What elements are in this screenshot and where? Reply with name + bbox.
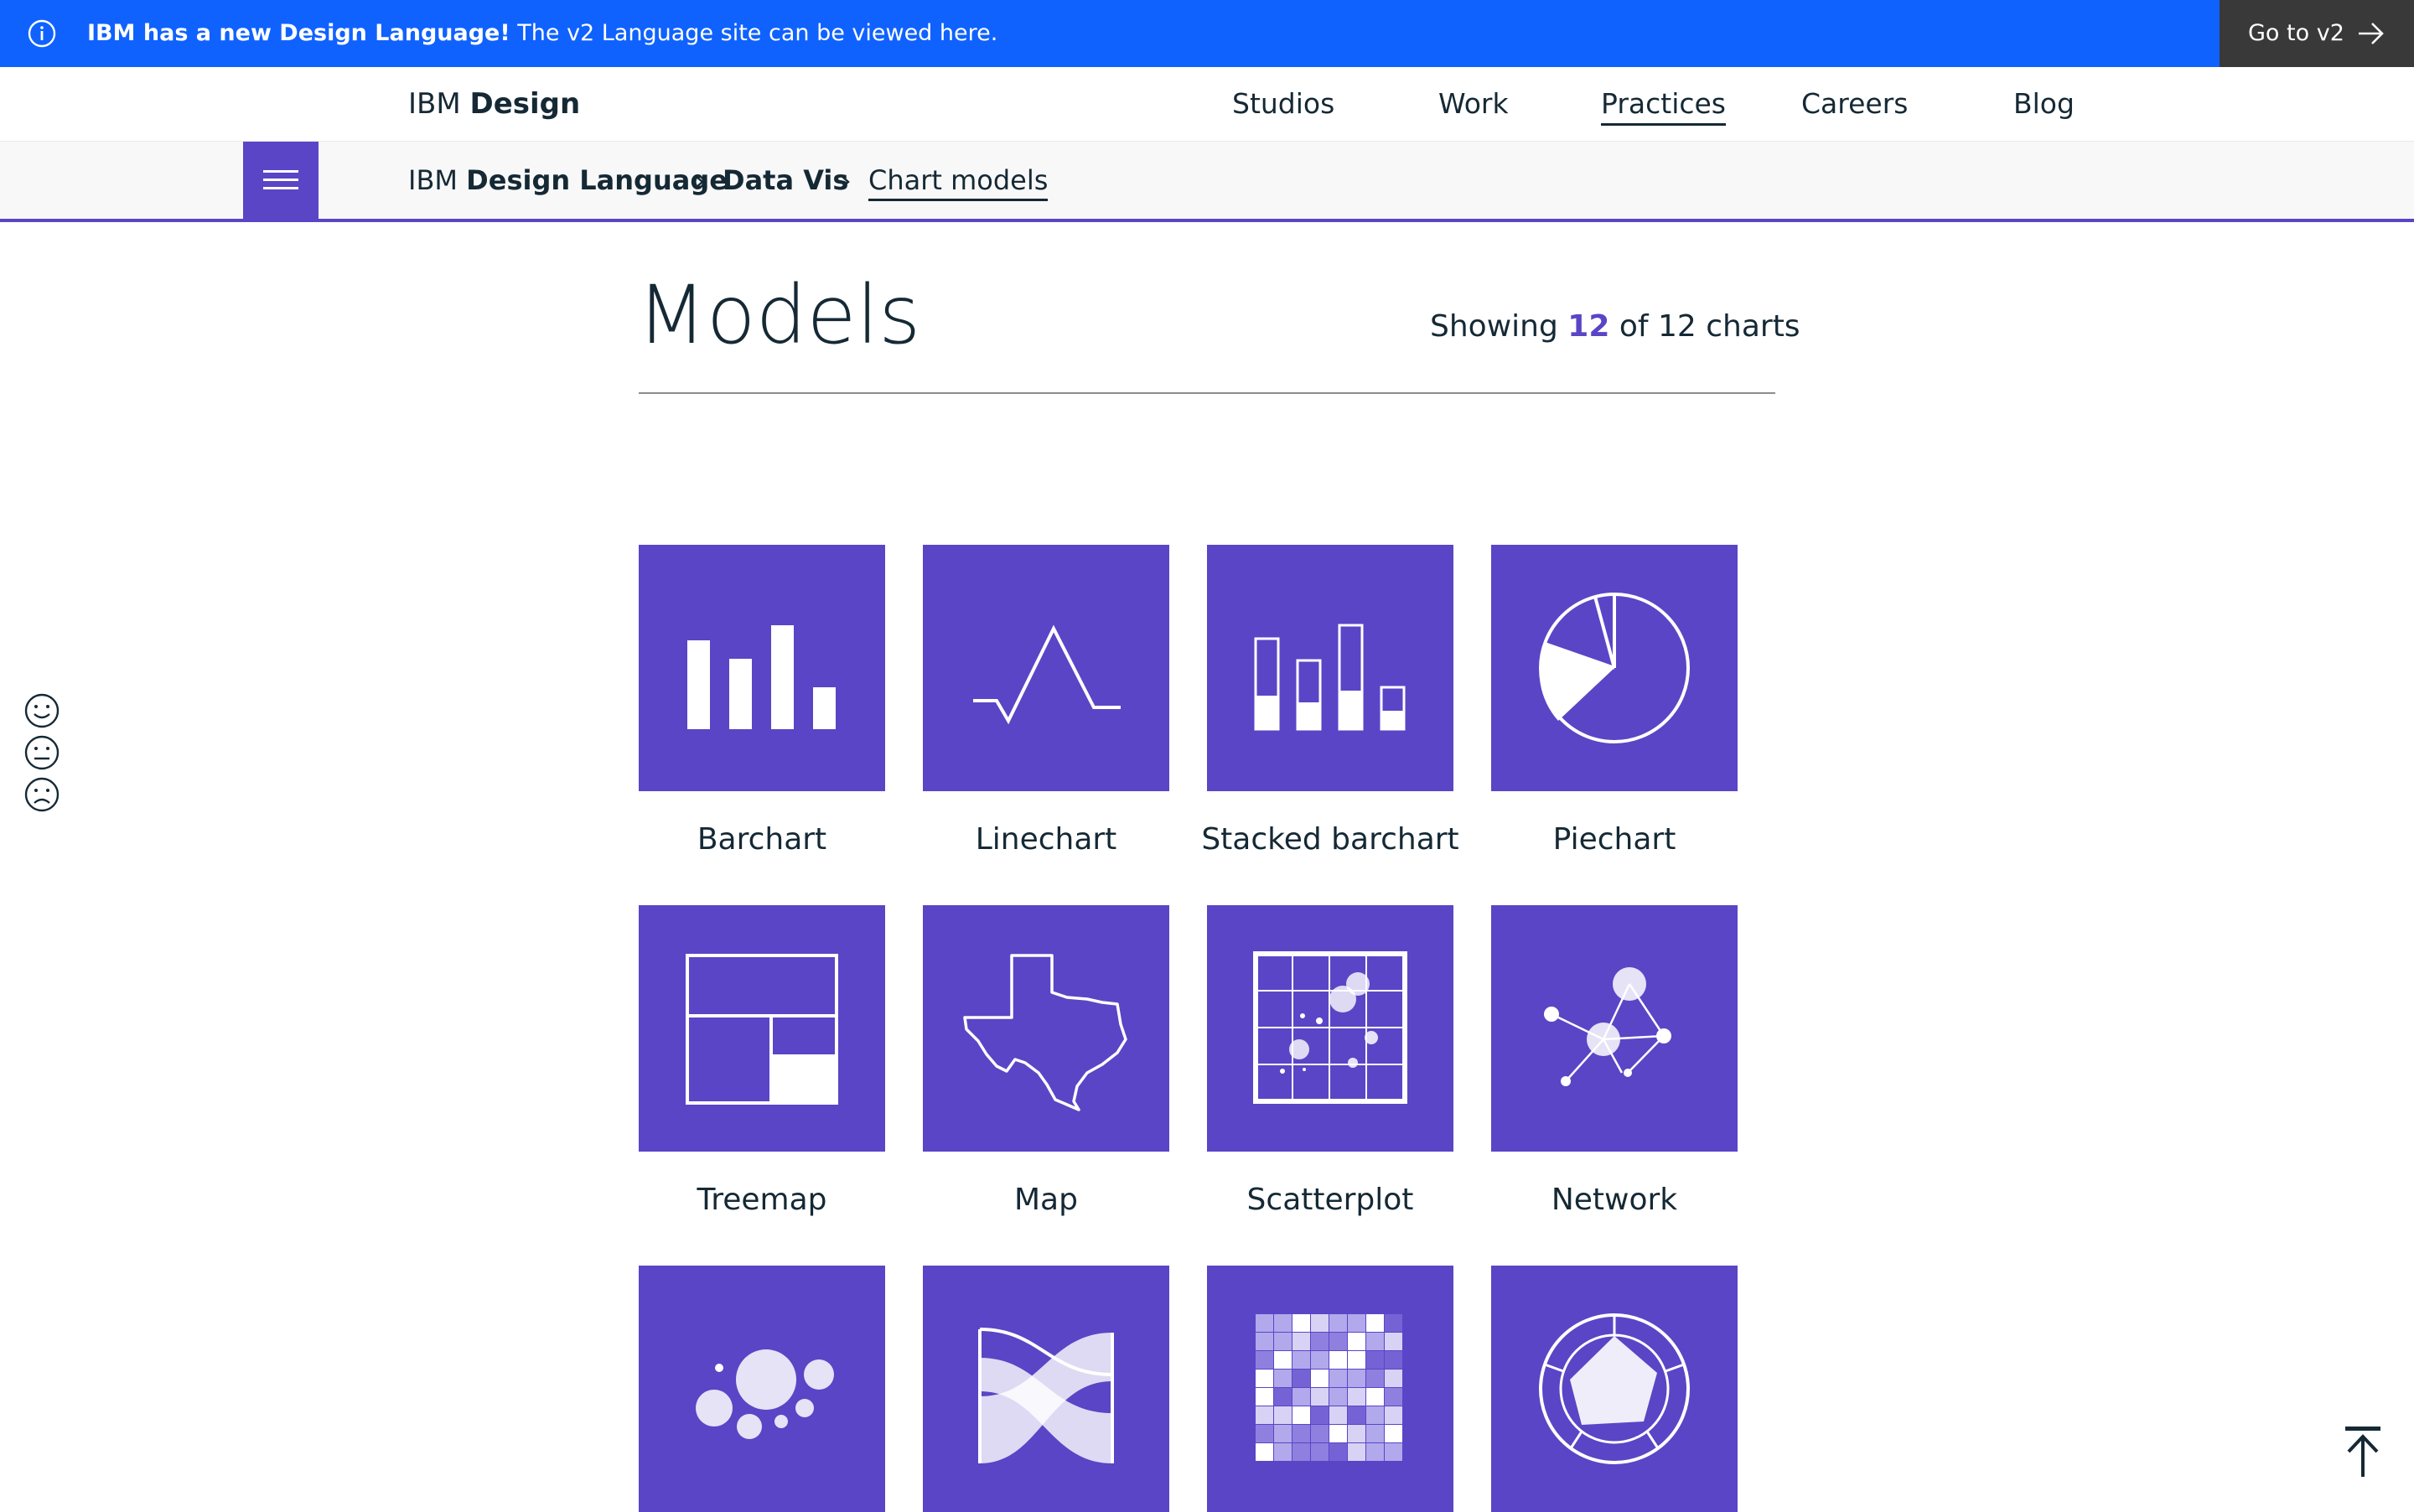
chart-tile-heatmap[interactable] — [1207, 1266, 1453, 1512]
smile-face-icon[interactable] — [23, 692, 60, 729]
results-count-number: 12 — [1567, 309, 1610, 344]
heatmap-icon — [1256, 1314, 1402, 1461]
hamburger-icon-bar — [263, 179, 298, 181]
map-icon — [963, 954, 1127, 1111]
chart-tile-label: Barchart — [697, 822, 827, 857]
nav-link-work[interactable]: Work — [1438, 67, 1509, 141]
chart-tile-label: Linechart — [975, 822, 1117, 857]
breadcrumb-section-label: Data Vis — [723, 164, 849, 196]
chart-tile-network[interactable]: Network — [1491, 905, 1738, 1219]
brand-prefix: IBM — [408, 87, 461, 121]
banner-message: IBM has a new Design Language! The v2 La… — [87, 0, 997, 67]
chart-tile-piechart[interactable]: Piechart — [1491, 545, 1738, 858]
go-to-v2-button[interactable]: Go to v2 — [2220, 0, 2414, 67]
menu-button[interactable] — [243, 142, 319, 219]
chart-tile-alluvial[interactable] — [923, 1266, 1169, 1512]
chart-tile-label: Scatterplot — [1246, 1183, 1414, 1217]
brand-logo[interactable]: IBM Design — [408, 67, 580, 141]
treemap-icon — [686, 954, 838, 1105]
piechart-icon — [1539, 593, 1690, 743]
chart-tile-scatterplot[interactable]: Scatterplot — [1207, 905, 1453, 1219]
network-icon — [1544, 967, 1671, 1086]
feedback-widget — [23, 692, 62, 818]
chart-tile-label: Network — [1551, 1183, 1678, 1217]
chart-tile-barchart[interactable]: Barchart — [639, 545, 885, 858]
linechart-icon — [973, 624, 1121, 725]
chart-tile-linechart[interactable]: Linechart — [923, 545, 1169, 858]
chart-tile-map[interactable]: Map — [923, 905, 1169, 1219]
nav-link-blog[interactable]: Blog — [2013, 67, 2075, 141]
radar-chart-icon — [1539, 1313, 1690, 1464]
results-count-suffix: of 12 charts — [1619, 309, 1800, 344]
announcement-banner: IBM has a new Design Language! The v2 La… — [0, 0, 2414, 67]
breadcrumb-current[interactable]: Chart models — [868, 142, 1049, 219]
nav-link-studios[interactable]: Studios — [1232, 67, 1334, 141]
header-divider — [639, 392, 1775, 394]
stacked-barchart-icon — [1254, 624, 1406, 731]
chart-tile-label: Treemap — [697, 1183, 827, 1217]
chart-tile-treemap[interactable]: Treemap — [639, 905, 885, 1219]
banner-body[interactable]: The v2 Language site can be viewed here. — [517, 20, 997, 46]
nav-link-careers[interactable]: Careers — [1801, 67, 1908, 141]
chart-tile-stacked-barchart[interactable]: Stacked barchart — [1201, 545, 1459, 858]
go-to-v2-label: Go to v2 — [2248, 20, 2344, 46]
banner-headline: IBM has a new Design Language! — [87, 20, 510, 46]
chart-tile-bubble[interactable] — [639, 1266, 885, 1512]
hamburger-icon-bar — [263, 187, 298, 189]
barchart-icon — [687, 625, 836, 729]
breadcrumb-section[interactable]: Data Vis — [723, 142, 848, 219]
neutral-face-icon[interactable] — [23, 734, 60, 771]
frown-face-icon[interactable] — [23, 776, 60, 813]
breadcrumb-root-name: Design Language — [466, 164, 728, 196]
chevron-right-icon — [841, 175, 850, 189]
back-to-top-icon[interactable] — [2342, 1425, 2384, 1478]
chart-tile-label: Stacked barchart — [1201, 822, 1459, 857]
results-count-prefix: Showing — [1430, 309, 1558, 344]
breadcrumb-root-prefix: IBM — [408, 164, 458, 196]
chart-tile-label: Piechart — [1552, 822, 1676, 857]
top-navigation: IBM Design Studios Work Practices Career… — [0, 67, 2414, 142]
chevron-right-icon — [695, 175, 704, 189]
chart-tile-label: Map — [1014, 1183, 1078, 1217]
nav-link-practices[interactable]: Practices — [1601, 67, 1726, 141]
page-title: Models — [637, 268, 921, 362]
bubble-chart-icon — [696, 1349, 834, 1439]
scatterplot-icon — [1253, 951, 1407, 1104]
hamburger-icon — [263, 170, 298, 173]
breadcrumb-root[interactable]: IBM Design Language — [408, 142, 728, 219]
info-icon — [28, 19, 56, 48]
alluvial-icon — [978, 1328, 1114, 1463]
chart-tile-radar[interactable] — [1491, 1266, 1738, 1512]
arrow-right-icon — [2359, 23, 2384, 44]
breadcrumb-bar: IBM Design Language Data Vis Chart model… — [0, 142, 2414, 222]
brand-name: Design — [469, 87, 581, 121]
results-count: Showing 12 of 12 charts — [1430, 302, 1800, 352]
